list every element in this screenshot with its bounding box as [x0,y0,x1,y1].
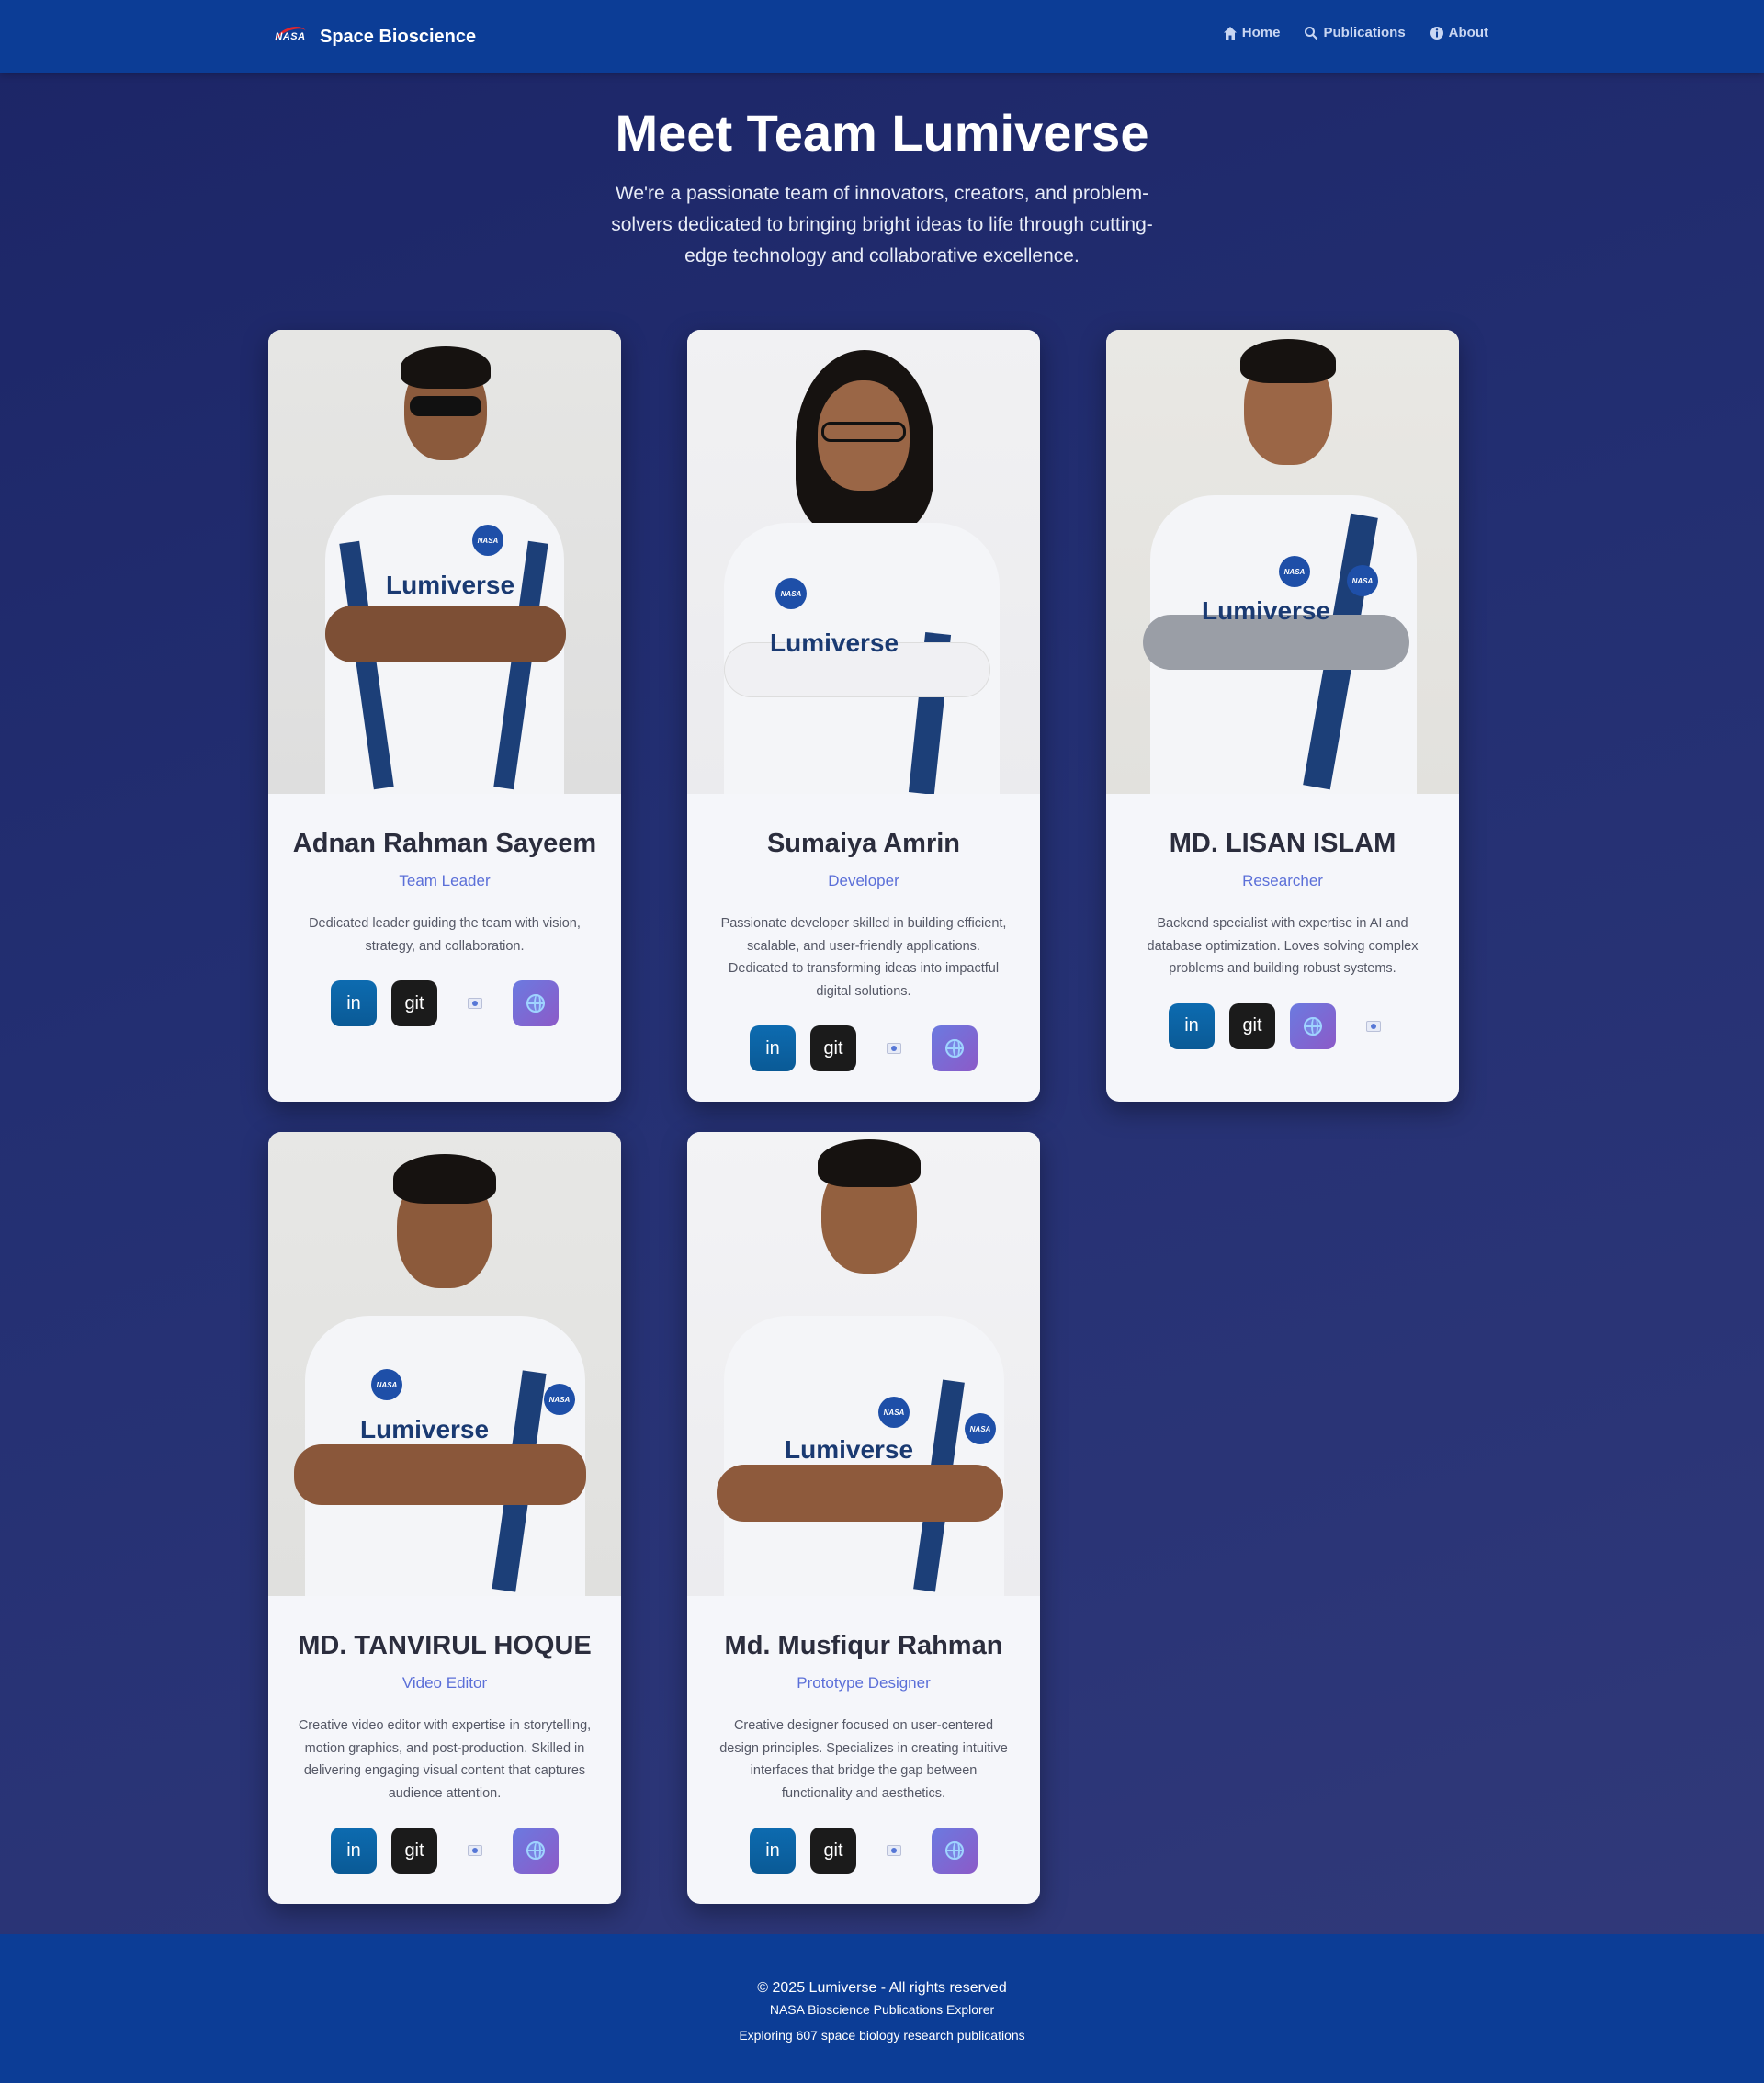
social-links: in git [290,1828,599,1874]
navbar: NASA Space Bioscience Home Publications … [0,0,1764,73]
member-name: Md. Musfiqur Rahman [724,1631,1003,1660]
footer-subtitle: NASA Bioscience Publications Explorer [769,2002,995,2017]
broken-image-icon [468,1845,482,1856]
broken-image-link[interactable] [452,980,498,1026]
website-button[interactable] [932,1025,978,1071]
github-button[interactable]: git [1229,1002,1275,1049]
member-role: Prototype Designer [797,1674,931,1692]
member-bio: Dedicated leader guiding the team with v… [309,916,581,954]
member-role: Developer [828,872,899,889]
broken-image-icon [1366,1020,1381,1032]
globe-icon [526,994,545,1013]
broken-image-link[interactable] [871,1025,917,1071]
member-photo: Lumiverse NASA [687,330,1040,794]
team-card: Lumiverse NASA Sumaiya Amrin Developer P… [687,330,1040,1102]
footer-copyright: © 2025 Lumiverse - All rights reserved [757,1980,1007,1996]
team-card: Lumiverse NASA NASA MD. TANVIRUL HOQUE V… [268,1132,621,1904]
member-photo: Lumiverse NASA [268,330,621,794]
hero-description: We're a passionate team of innovators, c… [611,183,1153,266]
member-bio: Backend specialist with expertise in AI … [1147,916,1419,976]
nav-home-label: Home [1241,25,1281,40]
broken-image-link[interactable] [452,1828,498,1874]
member-bio: Passionate developer skilled in building… [720,916,1007,999]
broken-image-link[interactable] [871,1828,917,1874]
member-name: Adnan Rahman Sayeem [292,829,597,858]
nav-publications-link[interactable]: Publications [1304,25,1406,40]
broken-image-icon [887,1043,901,1054]
linkedin-button[interactable]: in [750,1828,796,1874]
member-photo: Lumiverse NASA NASA [268,1132,621,1596]
nasa-logo-icon: NASA [272,20,310,53]
nav-home-link[interactable]: Home [1223,25,1281,40]
social-links: in git [1128,1002,1437,1049]
linkedin-button[interactable]: in [331,1828,377,1874]
team-card: Lumiverse NASA NASA MD. LISAN ISLAM Rese… [1106,330,1459,1102]
website-button[interactable] [513,980,559,1026]
github-button[interactable]: git [810,1828,856,1874]
broken-image-link[interactable] [1351,1003,1396,1049]
broken-image-icon [887,1845,901,1856]
github-button[interactable]: git [810,1025,856,1071]
member-name: MD. TANVIRUL HOQUE [298,1631,592,1660]
member-role: Team Leader [399,872,491,889]
social-links: in git [709,1828,1018,1874]
nav-about-label: About [1448,25,1488,40]
search-icon [1305,26,1318,40]
footer-tagline: Exploring 607 space biology research pub… [739,2028,1025,2043]
github-button[interactable]: git [391,980,437,1026]
member-name: MD. LISAN ISLAM [1169,829,1396,858]
nav-publications-label: Publications [1323,25,1406,40]
member-photo: Lumiverse NASA NASA [687,1132,1040,1596]
broken-image-icon [468,998,482,1009]
nav-links: Home Publications About [1223,25,1488,40]
website-button[interactable] [1290,1002,1336,1049]
brand-title: Space Bioscience [320,26,477,47]
website-button[interactable] [932,1828,978,1874]
page-title: Meet Team Lumiverse [615,104,1149,162]
nav-about-link[interactable]: About [1430,25,1488,40]
globe-icon [526,1841,545,1860]
member-bio: Creative designer focused on user-center… [719,1718,1008,1801]
member-role: Researcher [1242,872,1323,889]
globe-icon [945,1841,964,1860]
home-icon [1223,26,1237,40]
linkedin-button[interactable]: in [750,1025,796,1071]
github-button[interactable]: git [391,1828,437,1874]
website-button[interactable] [513,1828,559,1874]
info-icon [1430,26,1443,40]
brand-link[interactable]: NASA Space Bioscience [272,20,476,53]
social-links: in git [709,1025,1018,1071]
footer: © 2025 Lumiverse - All rights reserved N… [0,1934,1764,2083]
member-bio: Creative video editor with expertise in … [298,1718,592,1801]
globe-icon [945,1039,964,1058]
team-card: Lumiverse NASA Adnan Rahman Sayeem Team … [268,330,621,1102]
linkedin-button[interactable]: in [1169,1002,1215,1049]
social-links: in git [290,980,599,1026]
team-card: Lumiverse NASA NASA Md. Musfiqur Rahman … [687,1132,1040,1904]
linkedin-button[interactable]: in [331,980,377,1026]
globe-icon [1304,1016,1322,1036]
member-photo: Lumiverse NASA NASA [1106,330,1459,794]
member-role: Video Editor [401,1674,488,1692]
member-name: Sumaiya Amrin [766,829,961,858]
